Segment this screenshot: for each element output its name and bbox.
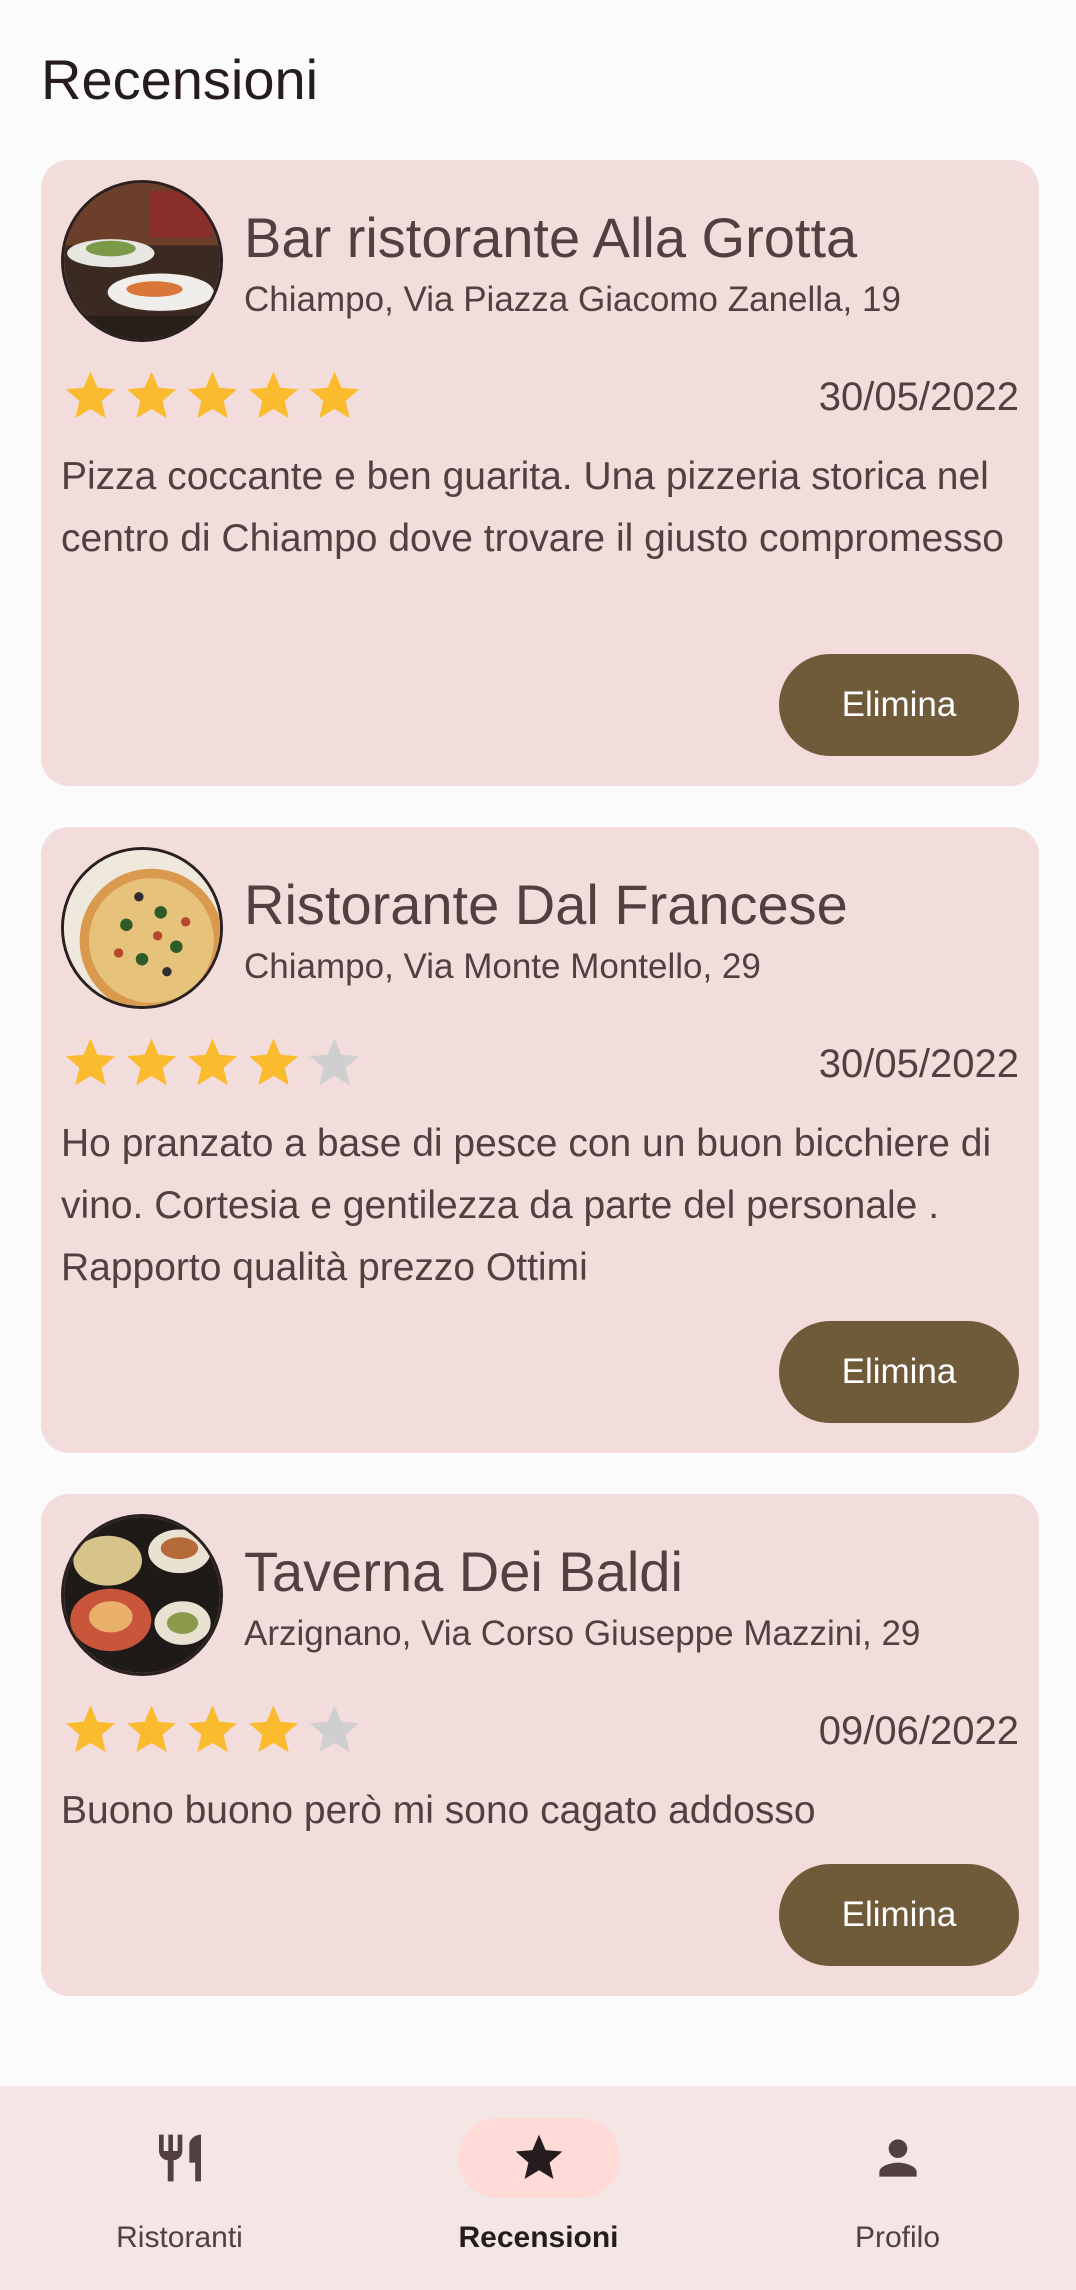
star-filled-icon — [183, 1700, 242, 1760]
review-text: Buono buono però mi sono cagato addosso — [61, 1789, 816, 1832]
restaurant-address: Chiampo, Via Piazza Giacomo Zanella, 19 — [244, 280, 901, 319]
review-text: Ho pranzato a base di pesce con un buon … — [61, 1122, 992, 1289]
nav-label: Profilo — [854, 2221, 941, 2254]
star-filled-icon — [244, 1700, 303, 1760]
star-empty-icon — [305, 1700, 364, 1760]
restaurant-name: Taverna Dei Baldi — [244, 1540, 683, 1603]
delete-button[interactable]: Elimina — [779, 1321, 1019, 1423]
rating-stars — [61, 1700, 364, 1760]
review-card: Taverna Dei Baldi Arzignano, Via Corso G… — [41, 1494, 1039, 1996]
restaurant-address: Arzignano, Via Corso Giuseppe Mazzini, 2… — [244, 1614, 921, 1653]
nav-label: Ristoranti — [116, 2221, 243, 2254]
person-icon — [870, 2130, 926, 2186]
star-filled-icon — [183, 366, 242, 426]
restaurant-photo — [61, 180, 223, 342]
star-filled-icon — [61, 1033, 120, 1093]
review-card: Bar ristorante Alla Grotta Chiampo, Via … — [41, 160, 1039, 786]
star-filled-icon — [244, 1033, 303, 1093]
restaurant-photo — [61, 1514, 223, 1676]
delete-button[interactable]: Elimina — [779, 1864, 1019, 1966]
restaurant-name: Ristorante Dal Francese — [244, 873, 848, 936]
restaurant-icon — [152, 2130, 208, 2186]
nav-item-profilo[interactable]: Profilo — [718, 2086, 1076, 2290]
nav-label: Recensioni — [458, 2221, 619, 2254]
nav-item-ristoranti[interactable]: Ristoranti — [0, 2086, 359, 2290]
star-filled-icon — [61, 366, 120, 426]
page-title: Recensioni — [41, 48, 319, 111]
star-filled-icon — [122, 1700, 181, 1760]
restaurant-photo — [61, 847, 223, 1009]
restaurant-address: Chiampo, Via Monte Montello, 29 — [244, 947, 761, 986]
star-filled-icon — [122, 366, 181, 426]
star-filled-icon — [122, 1033, 181, 1093]
review-date: 30/05/2022 — [818, 1042, 1019, 1086]
star-filled-icon — [244, 366, 303, 426]
review-card: Ristorante Dal Francese Chiampo, Via Mon… — [41, 827, 1039, 1453]
rating-stars — [61, 1033, 364, 1093]
nav-item-recensioni[interactable]: Recensioni — [359, 2086, 718, 2290]
star-empty-icon — [305, 1033, 364, 1093]
star-filled-icon — [305, 366, 364, 426]
bottom-navigation: Ristoranti Recensioni Profilo — [0, 2086, 1076, 2290]
review-date: 30/05/2022 — [818, 375, 1019, 419]
star-filled-icon — [183, 1033, 242, 1093]
star-icon — [511, 2130, 567, 2186]
restaurant-name: Bar ristorante Alla Grotta — [244, 206, 858, 269]
review-text: Pizza coccante e ben guarita. Una pizzer… — [61, 455, 1004, 560]
star-filled-icon — [61, 1700, 120, 1760]
rating-stars — [61, 366, 364, 426]
delete-button[interactable]: Elimina — [779, 654, 1019, 756]
review-date: 09/06/2022 — [818, 1709, 1019, 1753]
